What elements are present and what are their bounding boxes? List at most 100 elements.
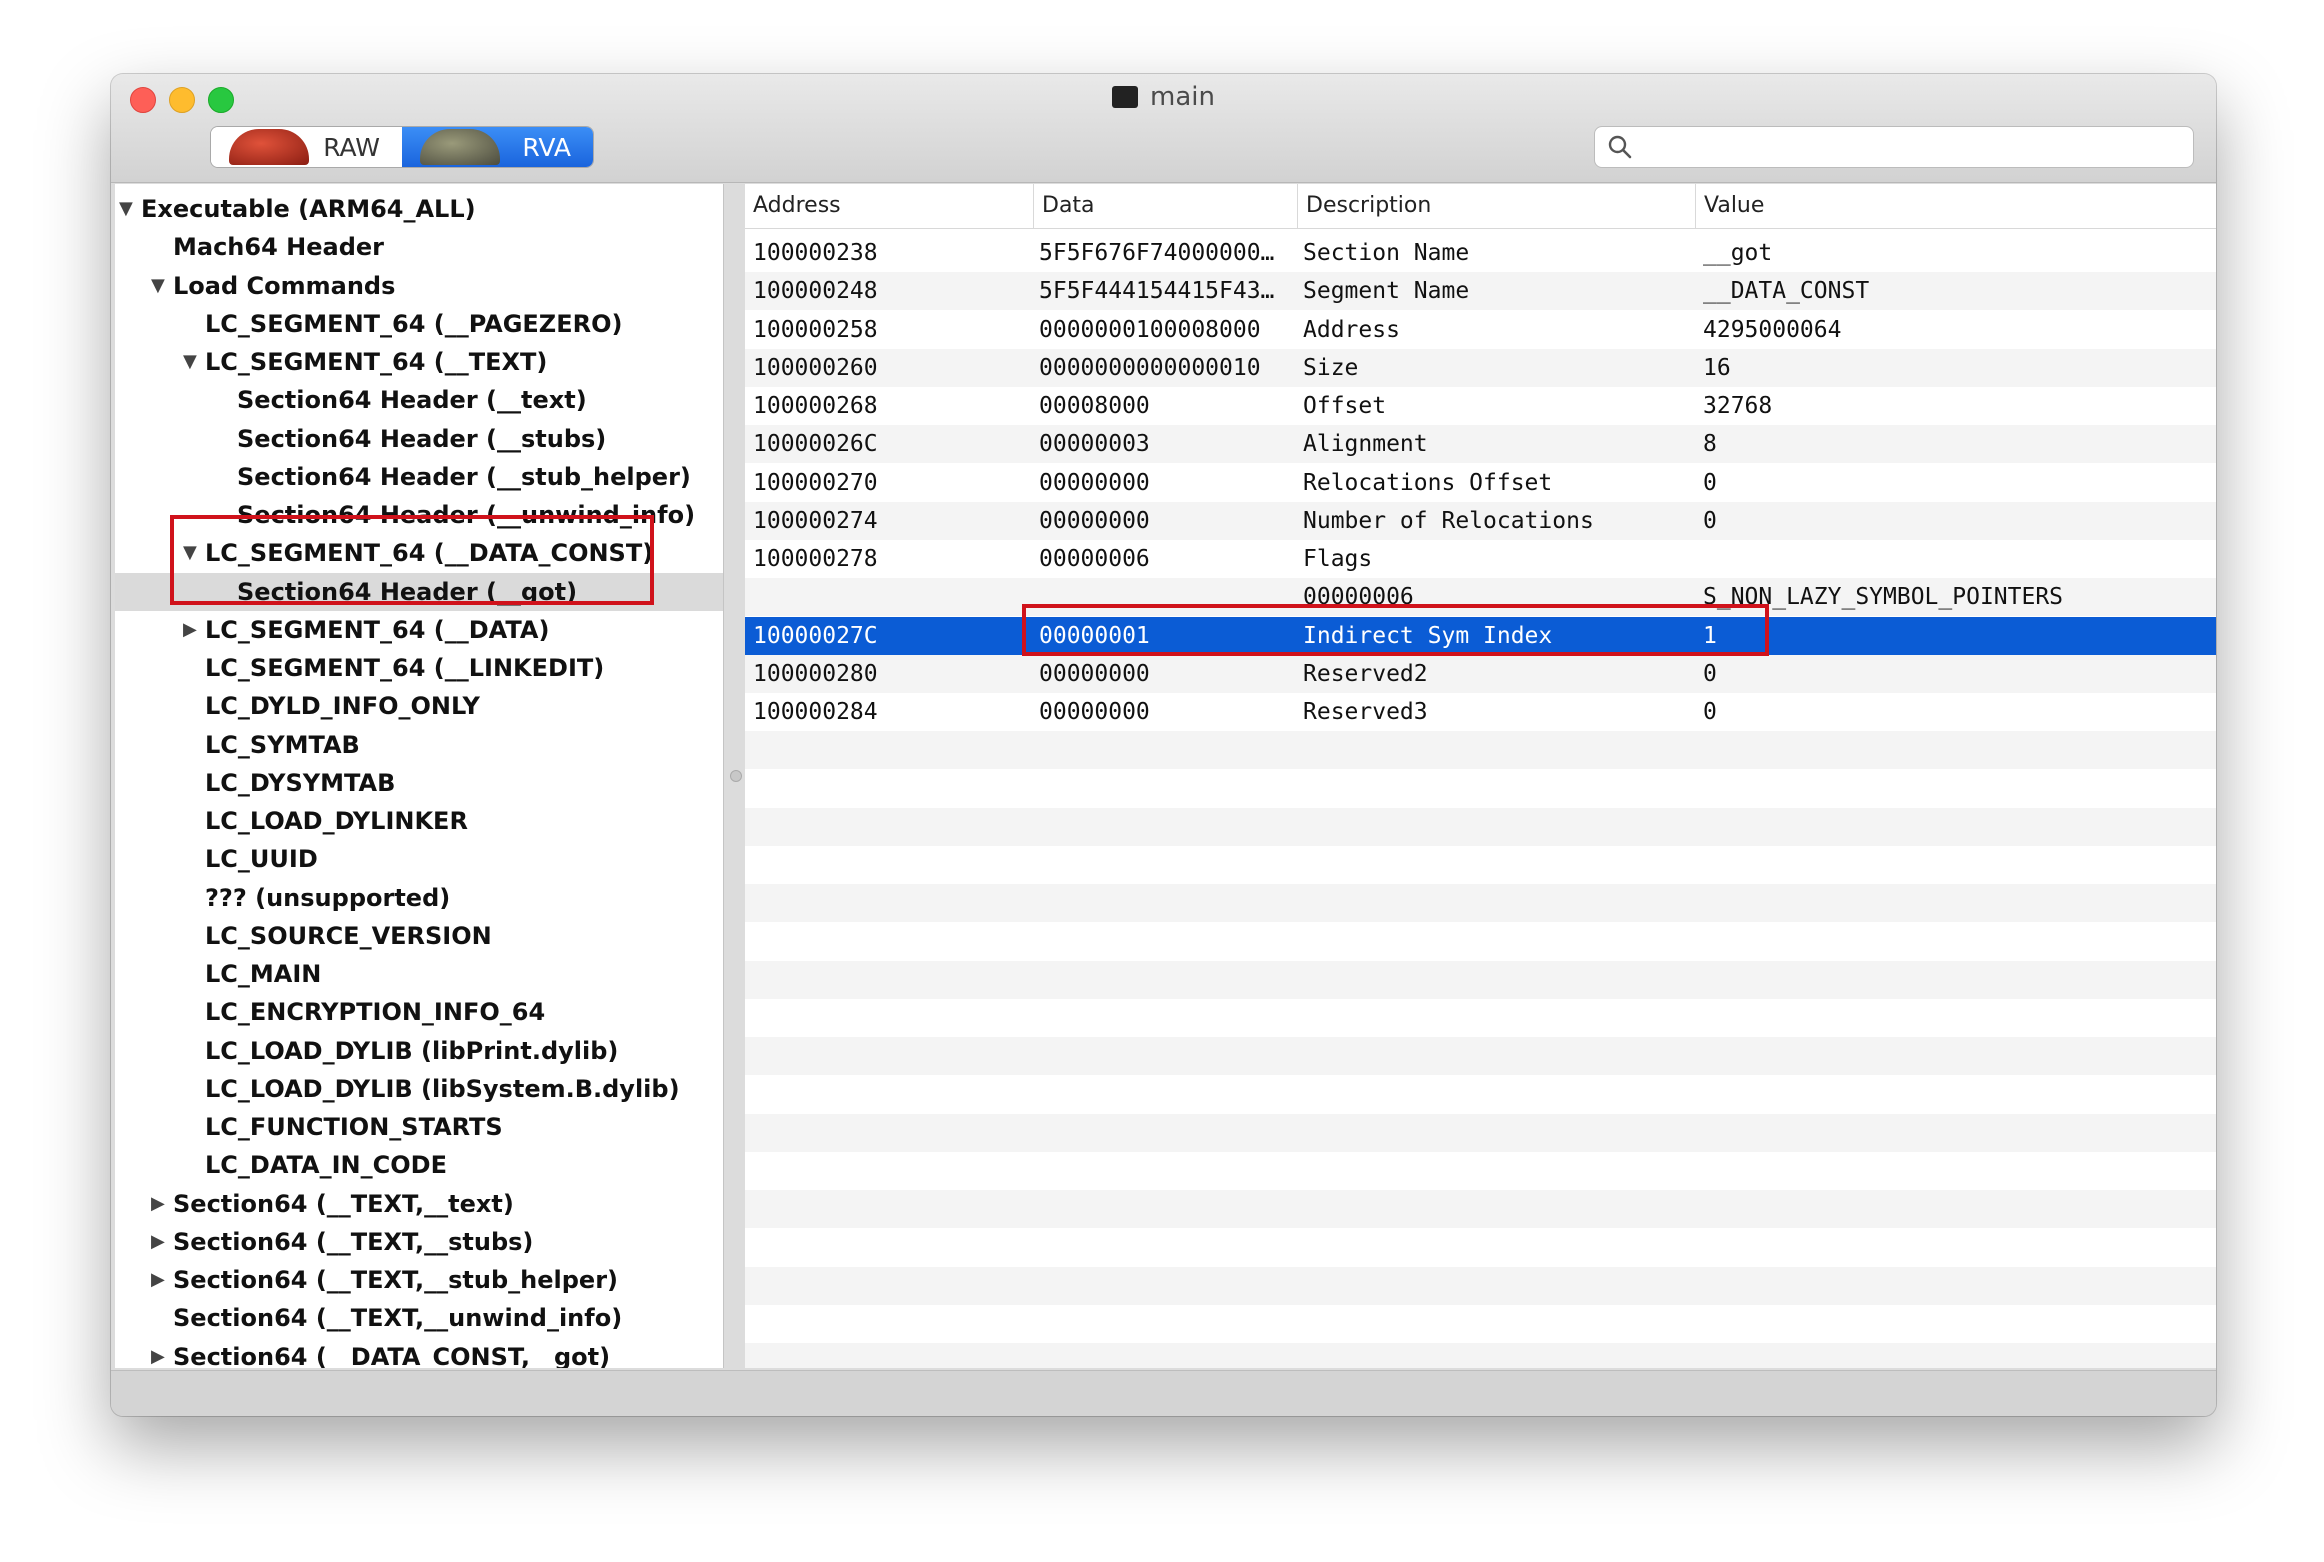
table-row[interactable]: 100000278 00000006 Flags xyxy=(745,540,2216,578)
table-row[interactable]: 100000284 00000000 Reserved3 0 xyxy=(745,693,2216,731)
cell-description: Address xyxy=(1303,316,1400,343)
table-row[interactable]: 10000027C 00000001 Indirect Sym Index 1 xyxy=(745,616,2216,655)
tree-item-label: Section64 Header (__stubs) xyxy=(237,424,607,453)
search-icon xyxy=(1608,135,1632,159)
table-row[interactable]: 100000280 00000000 Reserved2 0 xyxy=(745,654,2216,693)
tree-item[interactable]: LC_LOAD_DYLIB (libSystem.B.dylib) xyxy=(115,1070,723,1108)
table-row[interactable]: 00000006 S_NON_LAZY_SYMBOL_POINTERS xyxy=(745,578,2216,617)
table-row-empty xyxy=(745,731,2216,770)
tree-item-label: LC_SEGMENT_64 (__TEXT) xyxy=(205,348,548,376)
cell-value: 32768 xyxy=(1703,393,1773,419)
disclosure-collapsed-icon[interactable]: ▶ xyxy=(151,1185,165,1223)
tree-item[interactable]: LC_MAIN xyxy=(115,955,723,993)
tree-item[interactable]: LC_SYMTAB xyxy=(115,726,723,764)
details-table: Address Data Description Value 100000238… xyxy=(745,184,2216,1368)
disclosure-collapsed-icon[interactable]: ▶ xyxy=(183,611,197,649)
tree-item[interactable]: LC_LOAD_DYLINKER xyxy=(115,802,723,840)
cell-address: 100000284 xyxy=(753,699,878,725)
cell-address: 100000268 xyxy=(753,393,878,419)
cell-description: Offset xyxy=(1303,393,1387,419)
table-row-empty xyxy=(745,1305,2216,1343)
tree-item[interactable]: Section64 Header (__got) xyxy=(115,572,723,611)
cell-address: 10000026C xyxy=(753,431,878,458)
cell-data: 0000000000000010 xyxy=(1039,354,1261,381)
disclosure-collapsed-icon[interactable]: ▶ xyxy=(151,1223,165,1261)
tree-item[interactable]: ??? (unsupported) xyxy=(115,879,723,917)
tree-item[interactable]: LC_SOURCE_VERSION xyxy=(115,917,723,955)
tree-item[interactable]: ▶ Section64 (__TEXT,__stub_helper) xyxy=(115,1261,723,1299)
tree-item-label: Load Commands xyxy=(173,271,396,300)
tree-item[interactable]: ▼ Executable (ARM64_ALL) xyxy=(115,190,723,228)
tree-item[interactable]: LC_DYLD_INFO_ONLY xyxy=(115,687,723,725)
table-row[interactable]: 100000258 0000000100008000 Address 42950000… xyxy=(745,310,2216,349)
search-field[interactable] xyxy=(1594,126,2194,168)
tree-item[interactable]: Section64 Header (__text) xyxy=(115,381,723,419)
cell-data: 0000000100008000 xyxy=(1039,316,1261,343)
raw-mode-button[interactable]: RAW xyxy=(211,127,402,167)
disclosure-collapsed-icon[interactable]: ▶ xyxy=(151,1338,165,1369)
cell-value: __DATA_CONST xyxy=(1703,278,1870,305)
disclosure-collapsed-icon[interactable]: ▶ xyxy=(151,1261,165,1299)
cell-address: 100000274 xyxy=(753,507,878,534)
cell-data: 00000001 xyxy=(1039,622,1150,649)
table-row[interactable]: 100000270 00000000 Relocations Offset 0 xyxy=(745,463,2216,502)
column-header-value[interactable]: Value xyxy=(1695,184,2216,228)
table-row[interactable]: 100000238 5F5F676F74000000… Section Name __… xyxy=(745,234,2216,272)
table-row[interactable]: 100000268 00008000 Offset 32768 xyxy=(745,387,2216,425)
table-row[interactable]: 10000026C 00000003 Alignment 8 xyxy=(745,425,2216,464)
cell-description: Segment Name xyxy=(1303,278,1470,305)
table-row[interactable]: 100000274 00000000 Number of Relocations 0 xyxy=(745,501,2216,540)
disclosure-expanded-icon[interactable]: ▼ xyxy=(183,534,197,572)
tree-item[interactable]: Section64 (__TEXT,__unwind_info) xyxy=(115,1299,723,1337)
tree-item[interactable]: ▶ LC_SEGMENT_64 (__DATA) xyxy=(115,611,723,649)
cell-description: Section Name xyxy=(1303,240,1470,266)
tree-item[interactable]: Section64 Header (__unwind_info) xyxy=(115,496,723,534)
rva-mode-button[interactable]: RVA xyxy=(402,127,593,167)
cell-data: 5F5F676F74000000… xyxy=(1039,240,1275,266)
tree-item[interactable]: LC_DATA_IN_CODE xyxy=(115,1146,723,1184)
tree-item[interactable]: LC_ENCRYPTION_INFO_64 xyxy=(115,993,723,1031)
tree-item[interactable]: LC_SEGMENT_64 (__LINKEDIT) xyxy=(115,649,723,687)
rva-mode-icon xyxy=(420,129,500,165)
cell-description: Alignment xyxy=(1303,431,1428,458)
tree-item-label: LC_LOAD_DYLIB (libPrint.dylib) xyxy=(205,1036,619,1065)
cell-data: 00008000 xyxy=(1039,393,1150,419)
tree-item[interactable]: Section64 Header (__stubs) xyxy=(115,420,723,458)
cell-value: 16 xyxy=(1703,354,1731,381)
disclosure-expanded-icon[interactable]: ▼ xyxy=(119,190,133,228)
tree-item[interactable]: ▶ Section64 (__TEXT,__text) xyxy=(115,1185,723,1223)
tree-item[interactable]: LC_FUNCTION_STARTS xyxy=(115,1108,723,1146)
table-row[interactable]: 100000248 5F5F444154415F43… Segment Name __… xyxy=(745,272,2216,311)
tree-item[interactable]: ▼ LC_SEGMENT_64 (__TEXT) xyxy=(115,343,723,381)
cell-address: 10000027C xyxy=(753,622,878,649)
table-row[interactable]: 100000260 0000000000000010 Size 16 xyxy=(745,348,2216,387)
tree-item[interactable]: ▼ Load Commands xyxy=(115,267,723,305)
disclosure-expanded-icon[interactable]: ▼ xyxy=(151,267,165,305)
tree-item[interactable]: LC_DYSYMTAB xyxy=(115,764,723,802)
table-row-empty xyxy=(745,922,2216,961)
column-header-data[interactable]: Data xyxy=(1033,184,1297,228)
table-row-empty xyxy=(745,846,2216,884)
cell-value: S_NON_LAZY_SYMBOL_POINTERS xyxy=(1703,584,2064,611)
disclosure-expanded-icon[interactable]: ▼ xyxy=(183,343,197,381)
tree-item[interactable]: ▶ Section64 (__DATA_CONST,__got) xyxy=(115,1338,723,1369)
tree-item[interactable]: ▼ LC_SEGMENT_64 (__DATA_CONST) xyxy=(115,534,723,572)
cell-description: Flags xyxy=(1303,546,1373,572)
cell-description: Relocations Offset xyxy=(1303,469,1553,496)
tree-item[interactable]: LC_SEGMENT_64 (__PAGEZERO) xyxy=(115,305,723,343)
split-view-divider[interactable] xyxy=(730,770,742,782)
column-header-description[interactable]: Description xyxy=(1297,184,1695,228)
column-header-address[interactable]: Address xyxy=(745,184,1033,228)
window-title: main xyxy=(111,82,2216,112)
tree-item[interactable]: LC_LOAD_DYLIB (libPrint.dylib) xyxy=(115,1032,723,1070)
status-bar xyxy=(111,1370,2216,1416)
tree-item[interactable]: Mach64 Header xyxy=(115,228,723,266)
tree-item[interactable]: ▶ Section64 (__TEXT,__stubs) xyxy=(115,1223,723,1261)
address-mode-segmented-control: RAW RVA xyxy=(210,126,594,168)
tree-item-label: Section64 (__TEXT,__text) xyxy=(173,1189,514,1218)
tree-item[interactable]: LC_UUID xyxy=(115,840,723,878)
tree-item[interactable]: Section64 Header (__stub_helper) xyxy=(115,458,723,496)
search-input[interactable] xyxy=(1643,131,2177,163)
tree-item-label: LC_SYMTAB xyxy=(205,730,360,759)
table-row-empty xyxy=(745,1152,2216,1190)
